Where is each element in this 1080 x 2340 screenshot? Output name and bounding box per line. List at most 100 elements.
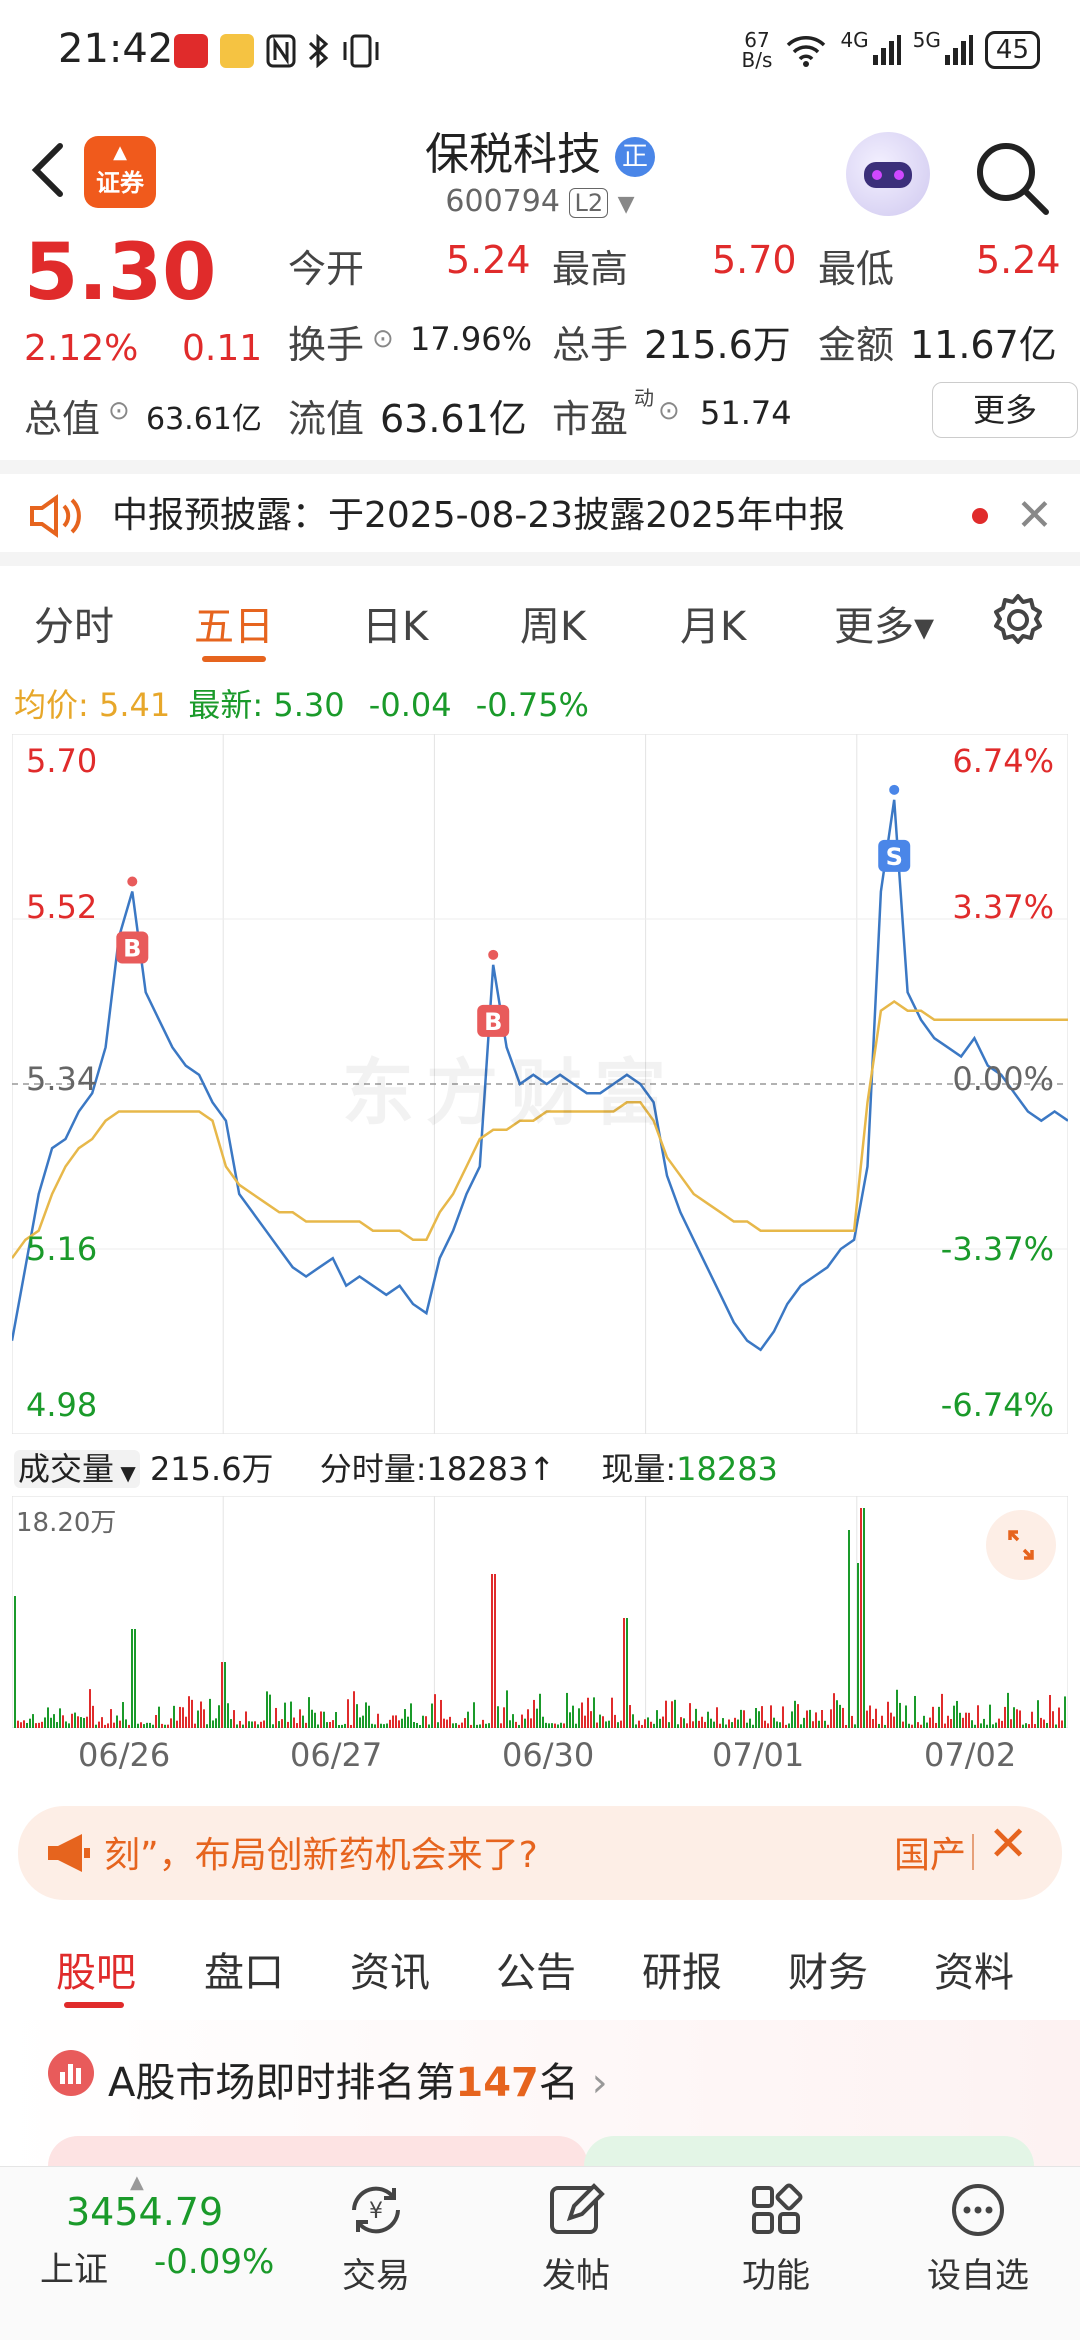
volume-bar [191, 1699, 193, 1728]
last-change: -0.04 [368, 686, 452, 724]
volume-bar [845, 1724, 847, 1728]
volume-bar [320, 1711, 322, 1728]
volume-bar [428, 1724, 430, 1728]
tab-finance[interactable]: 财务 [788, 1940, 868, 1998]
volume-frame [12, 1496, 1068, 1728]
volume-bar [221, 1662, 223, 1728]
volume-bar [248, 1721, 250, 1728]
volume-bar [203, 1709, 205, 1728]
volume-bar [923, 1715, 925, 1728]
volume-bar [785, 1724, 787, 1728]
tab-forum[interactable]: 股吧 [56, 1940, 136, 1998]
close-icon[interactable]: ✕ [1016, 490, 1053, 541]
y-tick-left: 5.70 [26, 742, 98, 780]
volume-bar [164, 1724, 166, 1728]
tab-order-book[interactable]: 盘口 [204, 1940, 284, 1998]
assistant-avatar[interactable] [846, 132, 930, 216]
volume-bar [1058, 1707, 1060, 1728]
index-change[interactable]: -0.09% [154, 2242, 274, 2282]
volume-bar [317, 1724, 319, 1728]
volume-bar [1034, 1724, 1036, 1728]
volume-bar [77, 1716, 79, 1728]
banner-text[interactable]: 刻”，布局创新药机会来了? [104, 1826, 538, 1878]
volume-bar [743, 1710, 745, 1728]
volume-bar [788, 1723, 790, 1728]
volume-bar [140, 1722, 142, 1728]
volume-bar [92, 1705, 94, 1728]
volume-bar [53, 1714, 55, 1728]
expand-button[interactable] [986, 1510, 1056, 1580]
tab-announcements[interactable]: 公告 [496, 1940, 576, 1998]
index-value[interactable]: 3454.79 [66, 2190, 223, 2234]
rank-text[interactable]: A股市场即时排名第147名 › [108, 2050, 608, 2108]
tab-daily-k[interactable]: 日K [362, 594, 428, 652]
open-value: 5.24 [446, 238, 531, 282]
index-label[interactable]: 上证 [40, 2242, 108, 2291]
tab-five-day[interactable]: 五日 [194, 594, 274, 652]
volume-bar [335, 1712, 337, 1728]
amount-value: 11.67亿 [910, 323, 1057, 367]
volume-bar [194, 1723, 196, 1728]
tab-intraday[interactable]: 分时 [34, 594, 114, 652]
volume-bar [704, 1721, 706, 1728]
volume-bar [821, 1710, 823, 1728]
info-icon[interactable]: ⊙ [658, 396, 680, 426]
volume-bar [251, 1721, 253, 1728]
volume-chart[interactable]: 18.20万 [12, 1496, 1068, 1728]
tab-news[interactable]: 资讯 [350, 1940, 430, 1998]
volume-bar [122, 1702, 124, 1728]
volume-bar [776, 1721, 778, 1728]
volume-bar [128, 1724, 130, 1728]
tab-weekly-k[interactable]: 周K [520, 594, 586, 652]
gear-icon[interactable] [990, 592, 1046, 648]
volume-bar [653, 1723, 655, 1728]
volume-bar [746, 1722, 748, 1728]
y-tick-right: 0.00% [952, 1060, 1054, 1098]
volume-bar [308, 1697, 310, 1728]
volume-bar [14, 1596, 16, 1728]
volume-bar [521, 1714, 523, 1728]
volume-bar [791, 1711, 793, 1728]
volume-bar [719, 1723, 721, 1728]
expand-icon [1008, 1530, 1034, 1560]
nfc-icon [266, 34, 296, 68]
status-right: 67 B/s 4G 5G 45 [742, 28, 1040, 70]
volume-bar [479, 1724, 481, 1728]
five-day-chart[interactable]: BBS 东方财富 5.70 5.52 5.34 5.16 4.98 6.74% … [12, 734, 1068, 1434]
volume-bar [722, 1718, 724, 1728]
tab-profile[interactable]: 资料 [934, 1940, 1014, 1998]
volume-bar [137, 1723, 139, 1728]
notice-text[interactable]: 中报预披露：于2025-08-23披露2025年中报 [112, 486, 845, 538]
volume-bar [101, 1717, 103, 1728]
float-label: 流值 [288, 397, 365, 441]
volume-bar [638, 1720, 640, 1728]
high-value: 5.70 [712, 238, 797, 282]
nav-functions[interactable]: 功能 [706, 2178, 846, 2297]
info-icon[interactable]: ⊙ [372, 324, 394, 354]
volume-bar [374, 1724, 376, 1728]
nav-trade[interactable]: ¥ 交易 [306, 2178, 446, 2297]
volume-bar [536, 1708, 538, 1728]
search-icon[interactable] [972, 138, 1052, 218]
volume-bar [401, 1718, 403, 1728]
more-button[interactable]: 更多 [932, 382, 1078, 438]
tab-more[interactable]: 更多▾ [834, 594, 934, 652]
volume-bar [1055, 1724, 1057, 1728]
volume-bar [989, 1704, 991, 1728]
close-icon[interactable]: ✕ [988, 1816, 1028, 1872]
volume-bar [206, 1724, 208, 1728]
signal-dot [127, 876, 138, 887]
now-volume-label: 现量: [601, 1450, 677, 1488]
volume-selector[interactable]: 成交量 ▼ [14, 1450, 140, 1488]
nav-post[interactable]: 发帖 [506, 2178, 646, 2297]
volume-bar [830, 1709, 832, 1728]
volume-bar [812, 1721, 814, 1728]
info-icon[interactable]: ⊙ [108, 396, 130, 426]
nav-add-watchlist[interactable]: 设自选 [908, 2178, 1048, 2297]
volume-bar [473, 1702, 475, 1728]
tab-research[interactable]: 研报 [642, 1940, 722, 1998]
avg-label: 均价: [14, 686, 89, 724]
volume-bar [38, 1722, 40, 1728]
volume-bar [68, 1723, 70, 1728]
tab-monthly-k[interactable]: 月K [680, 594, 746, 652]
